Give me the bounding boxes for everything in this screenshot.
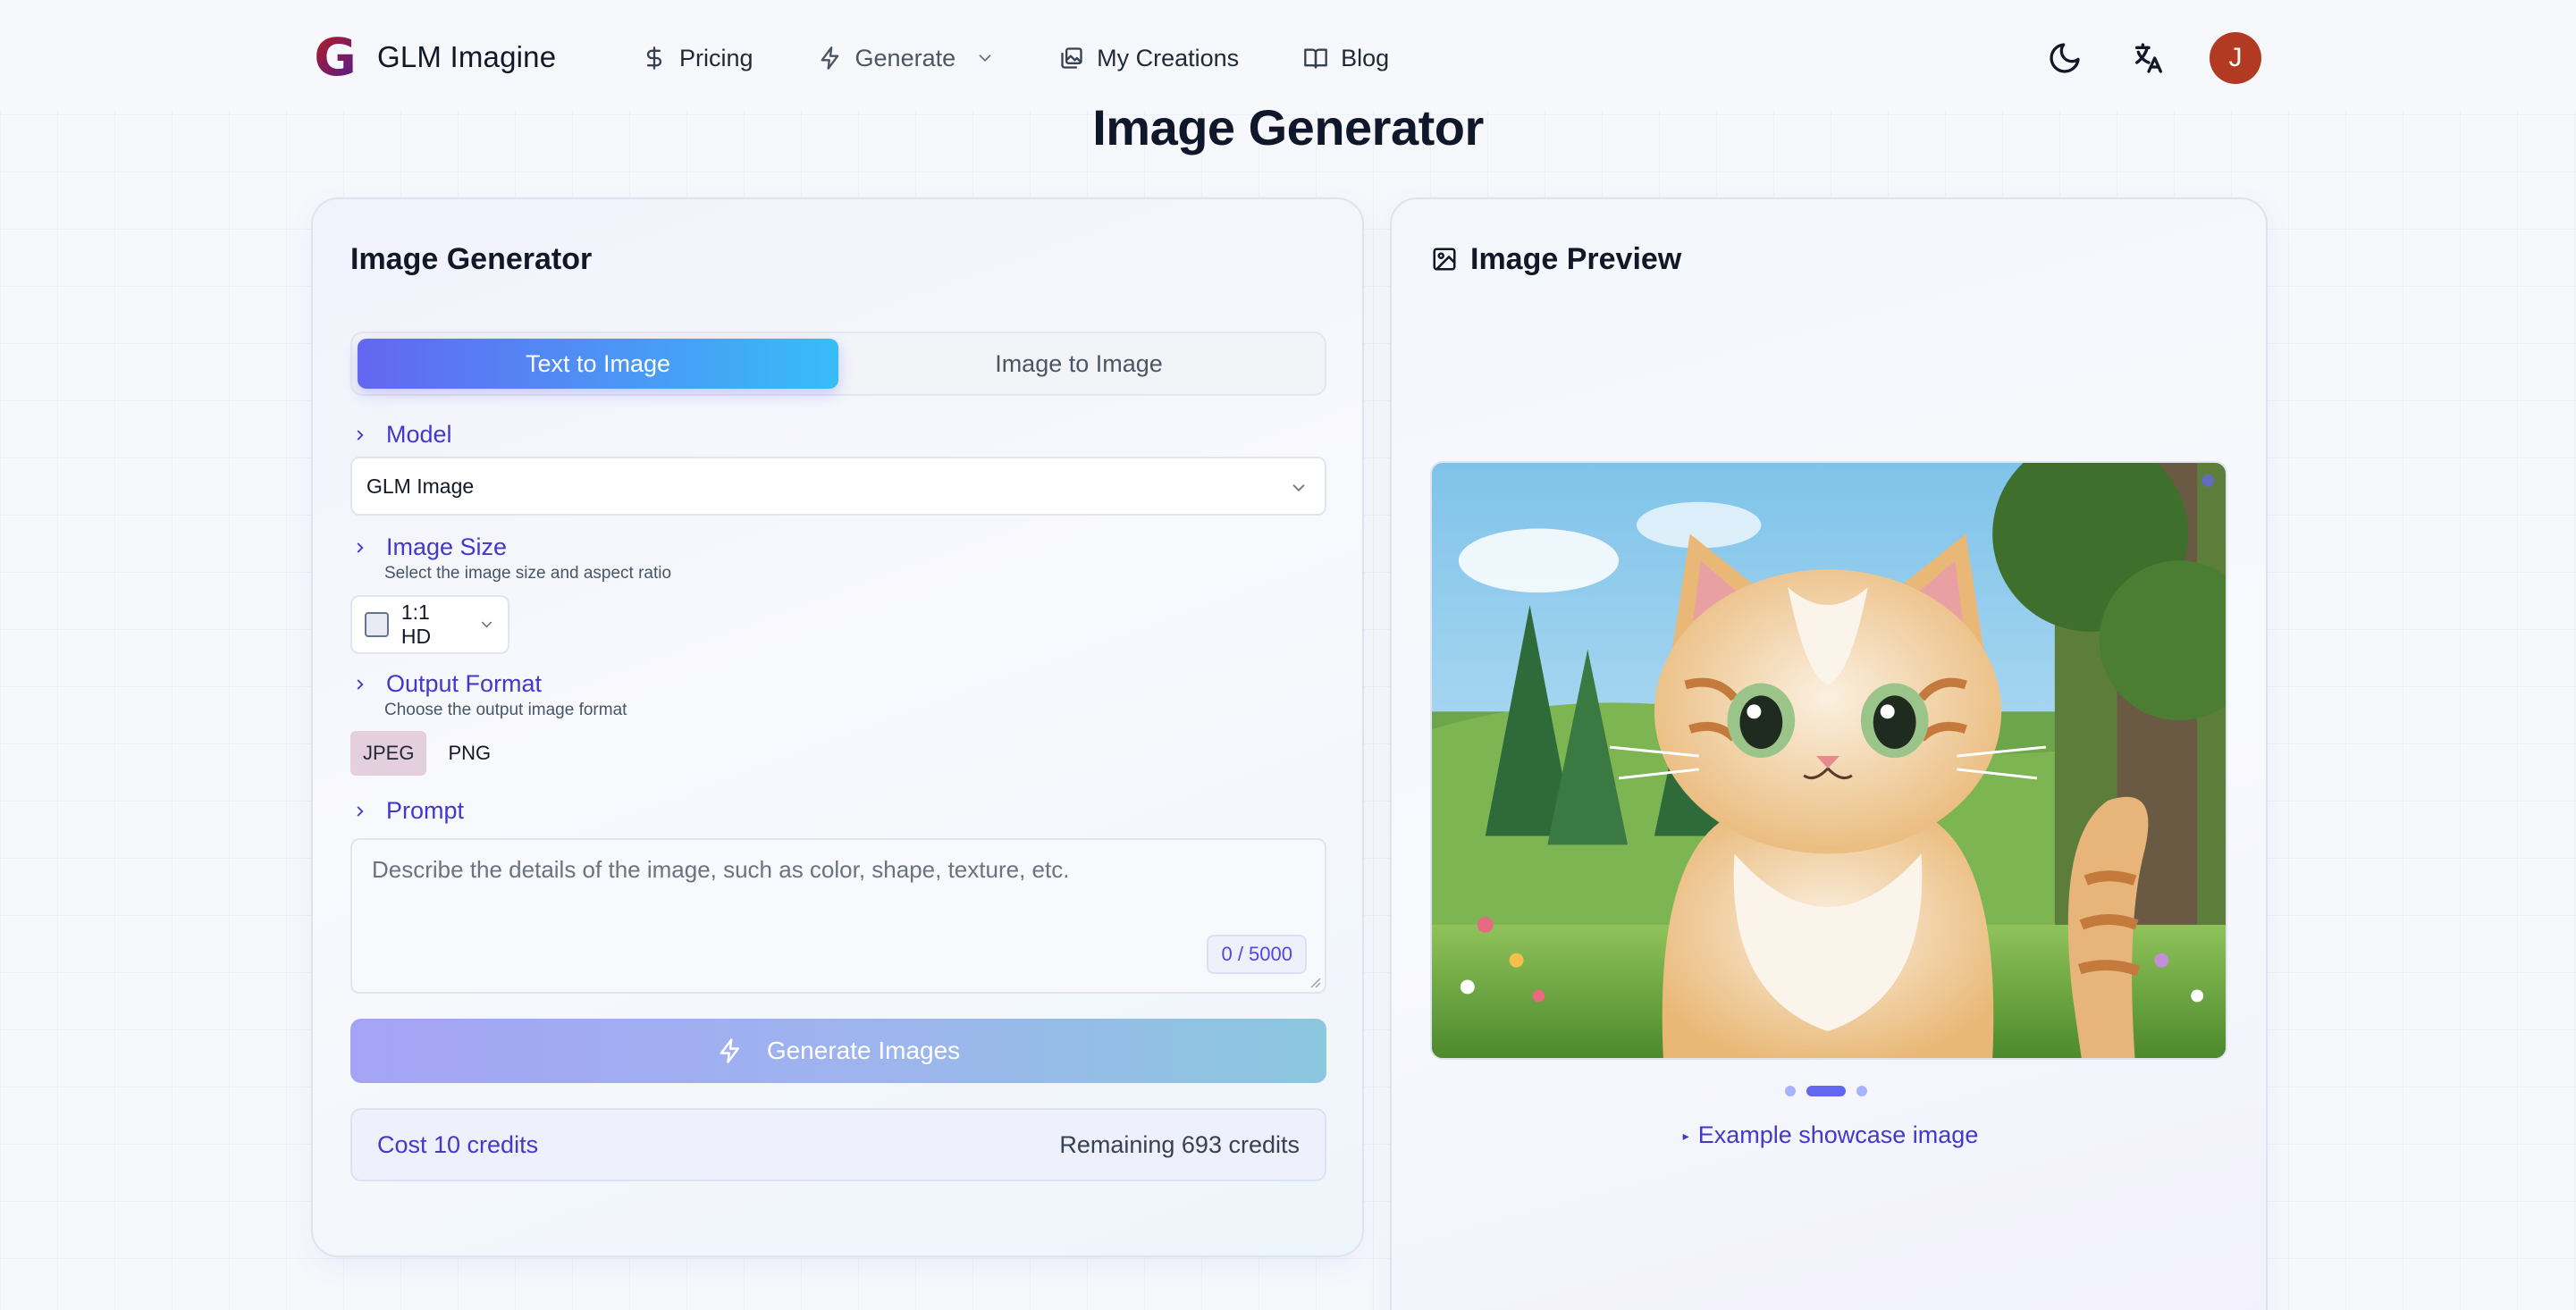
mode-tabs: Text to Image Image to Image [350, 332, 1326, 396]
carousel-indicators [1785, 1086, 1867, 1096]
page-title: Image Generator [1092, 99, 1484, 155]
tab-text-to-image[interactable]: Text to Image [358, 339, 838, 389]
preview-caption-text: Example showcase image [1697, 1121, 1979, 1148]
preview-caption: ▸ Example showcase image [1392, 1121, 2269, 1149]
dollar-icon [646, 46, 662, 70]
prompt-container: 0 / 5000 [350, 838, 1326, 994]
lightning-icon [821, 46, 838, 70]
main-nav: Pricing Generate My Creations Blog [642, 36, 1453, 80]
theme-toggle-button[interactable] [2041, 35, 2088, 81]
model-select-value: GLM Image [366, 474, 475, 498]
image-size-select[interactable]: 1:1 HD [350, 595, 509, 654]
prompt-label: Prompt [386, 797, 465, 824]
chevron-right-icon [357, 806, 364, 816]
aspect-ratio-icon [365, 612, 389, 637]
gallery-icon [1061, 47, 1082, 69]
moon-icon [2050, 43, 2080, 73]
cost-credits: Cost 10 credits [377, 1130, 539, 1158]
generate-images-button[interactable]: Generate Images [350, 1019, 1326, 1083]
output-format-options: JPEG PNG [350, 731, 503, 776]
prompt-input[interactable] [352, 840, 1325, 992]
chevron-down-icon [1292, 484, 1305, 492]
triangle-right-icon: ▸ [1682, 1129, 1689, 1144]
preview-image[interactable] [1430, 461, 2227, 1060]
book-icon [1304, 48, 1327, 69]
credits-bar: Cost 10 credits Remaining 693 credits [350, 1108, 1326, 1181]
output-format-description: Choose the output image format [384, 701, 627, 719]
tab-image-to-image[interactable]: Image to Image [838, 339, 1319, 389]
nav-pricing-label: Pricing [679, 44, 753, 71]
preview-panel-title: Image Preview [1470, 242, 1682, 276]
generator-panel: Image Generator Text to Image Image to I… [311, 197, 1364, 1257]
top-navbar: G GLM Imagine Pricing Generate My Creati… [0, 0, 2576, 111]
carousel-dot-active[interactable] [1806, 1086, 1846, 1096]
generate-button-label: Generate Images [766, 1037, 961, 1064]
remaining-credits: Remaining 693 credits [1059, 1130, 1300, 1158]
model-select[interactable]: GLM Image [350, 457, 1326, 516]
app-name: GLM Imagine [377, 40, 557, 73]
format-jpeg-button[interactable]: JPEG [350, 731, 427, 776]
output-format-section-toggle[interactable]: Output Format [352, 670, 542, 698]
image-size-description: Select the image size and aspect ratio [384, 564, 672, 583]
carousel-dot[interactable] [1785, 1086, 1796, 1096]
generator-panel-title: Image Generator [350, 242, 593, 276]
lightning-icon [720, 1038, 739, 1063]
preview-panel: Image Preview ▸ Example showcase image [1390, 197, 2268, 1310]
language-button[interactable] [2126, 35, 2172, 81]
model-label: Model [386, 421, 452, 448]
image-size-label: Image Size [386, 533, 508, 560]
image-size-value: 1:1 HD [400, 600, 432, 648]
logo[interactable]: G GLM Imagine [313, 27, 557, 88]
chevron-right-icon [357, 542, 364, 552]
chevron-right-icon [357, 430, 364, 440]
nav-my-creations[interactable]: My Creations [1059, 45, 1239, 72]
resize-handle-icon[interactable] [1309, 976, 1321, 988]
nav-pricing[interactable]: Pricing [642, 45, 753, 72]
model-section-toggle[interactable]: Model [352, 421, 452, 449]
translate-icon [2135, 43, 2162, 73]
carousel-dot[interactable] [1856, 1086, 1867, 1096]
nav-blog-label: Blog [1341, 44, 1390, 71]
nav-my-creations-label: My Creations [1097, 44, 1240, 71]
header-actions: J [2041, 32, 2261, 84]
output-format-label: Output Format [386, 670, 543, 697]
nav-blog[interactable]: Blog [1303, 45, 1389, 72]
logo-mark: G [313, 27, 358, 88]
cat-illustration [1432, 463, 2226, 1058]
user-avatar[interactable]: J [2210, 32, 2261, 84]
chevron-right-icon [357, 679, 364, 689]
logo-letter: G [314, 27, 357, 88]
chevron-down-icon [481, 621, 492, 628]
chevron-down-icon [979, 55, 991, 63]
prompt-section-toggle[interactable]: Prompt [352, 797, 464, 825]
nav-generate-label: Generate [854, 44, 956, 71]
image-size-section-toggle[interactable]: Image Size [352, 533, 507, 561]
nav-generate[interactable]: Generate [818, 45, 996, 72]
image-icon [1433, 248, 1456, 271]
prompt-char-counter: 0 / 5000 [1207, 935, 1307, 974]
format-png-button[interactable]: PNG [435, 731, 503, 776]
